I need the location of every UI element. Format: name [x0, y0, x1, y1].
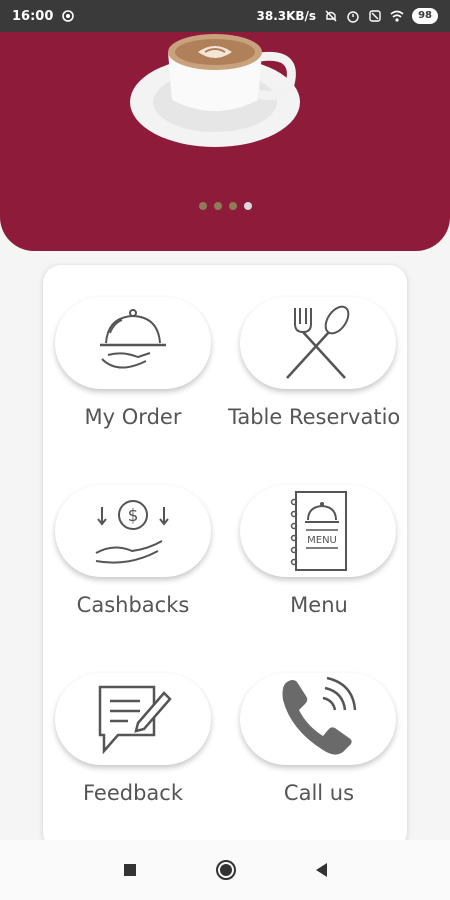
carousel-dot[interactable] [213, 202, 222, 210]
my-order-tile[interactable] [55, 297, 211, 389]
menu-label: Menu [290, 593, 348, 617]
table-reservation-label: Table Reservatio [228, 405, 401, 429]
status-left: 16:00 [12, 9, 75, 24]
home-icon [219, 864, 232, 876]
status-bar: 16:00 38.3KB/s 98 [0, 0, 450, 32]
coffee-cup-image [130, 34, 300, 147]
cashback-hand-icon: $ [95, 500, 169, 564]
wifi-icon [390, 10, 404, 22]
svg-text:MENU: MENU [307, 535, 337, 546]
call-us-tile[interactable] [240, 673, 396, 765]
recents-button[interactable] [123, 864, 136, 876]
status-right: 38.3KB/s 98 [256, 8, 438, 24]
menu-card: My Order Table Reservatio $ Cashbacks ME… [43, 265, 407, 850]
notification-icon [62, 10, 75, 22]
carousel-dot[interactable] [228, 202, 237, 210]
feedback-chat-icon [98, 685, 172, 755]
alarm-icon [347, 11, 359, 23]
back-button[interactable] [315, 863, 327, 877]
bell-off-icon [325, 10, 337, 22]
cashbacks-tile[interactable]: $ [55, 485, 211, 577]
carousel-indicator[interactable] [0, 202, 450, 210]
table-reservation-tile[interactable] [240, 297, 396, 389]
network-speed: 38.3KB/s [256, 9, 317, 23]
svg-text:$: $ [128, 506, 139, 526]
home-button[interactable] [215, 860, 236, 880]
system-nav-bar [0, 840, 450, 900]
feedback-tile[interactable] [55, 673, 211, 765]
menu-tile[interactable]: MENU [240, 485, 396, 577]
status-time: 16:00 [12, 8, 54, 24]
carousel-dot-active[interactable] [243, 202, 252, 210]
serving-tray-icon [100, 309, 166, 369]
fork-spoon-icon [286, 305, 350, 379]
call-us-label: Call us [283, 781, 355, 805]
my-order-label: My Order [84, 405, 182, 429]
carousel-dot[interactable] [198, 202, 207, 210]
hero-banner[interactable] [0, 32, 450, 251]
cashbacks-label: Cashbacks [76, 593, 190, 617]
sim-off-icon [369, 10, 381, 22]
phone-icon [282, 676, 357, 755]
feedback-label: Feedback [82, 781, 183, 805]
battery-icon: 98 [412, 8, 438, 24]
menu-book-icon: MENU [290, 491, 347, 571]
